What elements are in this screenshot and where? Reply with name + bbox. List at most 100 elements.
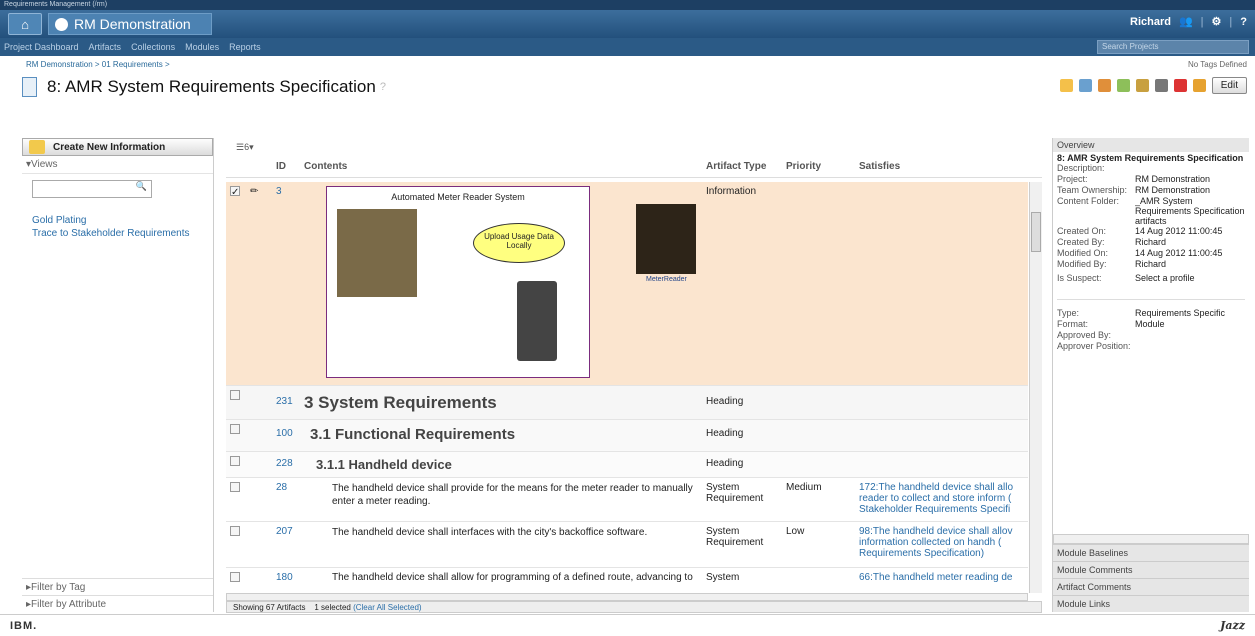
jazz-logo: Jazz [1220, 619, 1245, 632]
app-title-bar: Requirements Management (/rm) [0, 0, 1255, 10]
home-button[interactable]: ⌂ [8, 13, 42, 35]
section-module-comments[interactable]: Module Comments [1053, 561, 1249, 578]
prop-content-folder: Content Folder: _AMR System Requirements … [1057, 196, 1245, 226]
col-priority[interactable]: Priority [786, 161, 859, 172]
filter-icon[interactable] [1059, 79, 1073, 92]
row-satisfies[interactable]: 172:The handheld device shall allo reade… [859, 478, 1028, 521]
row-priority: Low [786, 526, 805, 537]
row-text: The handheld device shall provide for th… [332, 483, 693, 507]
clear-selected-link[interactable]: (Clear All Selected) [353, 603, 421, 612]
table-row[interactable]: 28 The handheld device shall provide for… [226, 478, 1028, 522]
actor-image [636, 204, 696, 274]
row-id[interactable]: 28 [276, 478, 304, 521]
row-id[interactable]: 100 [276, 420, 304, 451]
delete-icon[interactable] [1173, 79, 1187, 92]
prop-created-by: Created By: Richard [1057, 237, 1167, 247]
horizontal-scrollbar[interactable] [226, 593, 1028, 601]
row-text: The handheld device shall allow for prog… [332, 572, 693, 583]
row-checkbox[interactable] [230, 424, 240, 434]
section-module-links[interactable]: Module Links [1053, 595, 1249, 612]
share-icon[interactable] [1116, 79, 1130, 92]
table-row[interactable]: 231 3 System Requirements Heading [226, 386, 1028, 420]
overview-hscrollbar[interactable] [1053, 534, 1249, 544]
nav-dashboard[interactable]: Project Dashboard [4, 42, 79, 52]
user-menu[interactable]: Richard [1130, 16, 1171, 28]
col-satisfies[interactable]: Satisfies [859, 161, 1028, 172]
export-icon[interactable] [1135, 79, 1149, 92]
home-icon: ⌂ [21, 16, 29, 32]
project-title[interactable]: RM Demonstration [48, 13, 212, 35]
row-satisfies[interactable]: 98:The handheld device shall allov infor… [859, 522, 1028, 567]
table-row[interactable]: 207 The handheld device shall interfaces… [226, 522, 1028, 568]
breadcrumb-link[interactable]: RM Demonstration > 01 Requirements > [26, 60, 170, 69]
module-icon [22, 77, 37, 97]
edit-button[interactable]: Edit [1211, 77, 1247, 94]
create-new-button[interactable]: Create New Information [22, 138, 213, 156]
overview-title: 8: AMR System Requirements Specification [1057, 153, 1244, 163]
showing-count: Showing 67 Artifacts [233, 602, 306, 612]
row-checkbox[interactable] [230, 456, 240, 466]
search-input[interactable]: Search Projects [1097, 40, 1249, 54]
row-id[interactable]: 180 [276, 568, 304, 593]
gear-icon[interactable]: ⚙ [1212, 15, 1222, 28]
row-id[interactable]: 3 [276, 182, 304, 385]
row-checkbox[interactable] [230, 572, 240, 582]
col-type[interactable]: Artifact Type [706, 161, 786, 172]
row-id[interactable]: 228 [276, 452, 304, 477]
level-icon[interactable]: ☰ [236, 142, 244, 153]
view-trace-stakeholder[interactable]: Trace to Stakeholder Requirements [32, 227, 213, 240]
selected-count: 1 selected [314, 602, 351, 612]
scroll-thumb[interactable] [1031, 212, 1041, 252]
row-checkbox[interactable] [230, 390, 240, 400]
link-icon[interactable] [1192, 79, 1206, 92]
nav-modules[interactable]: Modules [185, 42, 219, 52]
row-heading: 3 System Requirements [304, 393, 497, 412]
table-row[interactable]: ✓ ✏ 3 Automated Meter Reader System Uplo… [226, 182, 1028, 386]
filter-by-attribute[interactable]: ▸ Filter by Attribute [22, 595, 213, 612]
row-id[interactable]: 231 [276, 386, 304, 419]
views-search-input[interactable]: 🔍 [32, 180, 152, 198]
table-row[interactable]: 228 3.1.1 Handheld device Heading [226, 452, 1028, 478]
prop-approved-by: Approved By: [1057, 330, 1112, 340]
col-id[interactable]: ID [276, 161, 304, 172]
app-title: Requirements Management (/rm) [4, 1, 108, 8]
row-text: The handheld device shall interfaces wit… [332, 527, 648, 538]
row-type: System Requirement [706, 526, 764, 548]
table-row[interactable]: 100 3.1 Functional Requirements Heading [226, 420, 1028, 452]
row-type: Heading [706, 458, 744, 469]
people-icon[interactable]: 👥 [1179, 15, 1193, 28]
settings-icon[interactable] [1097, 79, 1111, 92]
section-module-baselines[interactable]: Module Baselines [1053, 544, 1249, 561]
right-sidebar: Overview 8: AMR System Requirements Spec… [1052, 138, 1249, 612]
banner: ⌂ RM Demonstration Richard 👥 | ⚙ | ? [0, 10, 1255, 38]
row-checkbox[interactable] [230, 482, 240, 492]
table-row[interactable]: 180 The handheld device shall allow for … [226, 568, 1028, 593]
help-icon[interactable]: ? [1240, 16, 1247, 28]
vertical-scrollbar[interactable] [1029, 182, 1042, 593]
overview-header[interactable]: Overview [1053, 138, 1249, 152]
view-gold-plating[interactable]: Gold Plating [32, 214, 213, 227]
prop-description: Description: [1057, 163, 1105, 173]
views-header[interactable]: ▾ Views [22, 156, 213, 174]
nav-artifacts[interactable]: Artifacts [89, 42, 122, 52]
tags-text[interactable]: No Tags Defined [1188, 60, 1247, 69]
left-sidebar: Create New Information ▾ Views 🔍 Gold Pl… [22, 138, 214, 612]
suspect-profile-select[interactable]: Select a profile [1135, 273, 1245, 284]
section-artifact-comments[interactable]: Artifact Comments [1053, 578, 1249, 595]
table-header: ID Contents Artifact Type Priority Satis… [226, 156, 1042, 178]
nav-collections[interactable]: Collections [131, 42, 175, 52]
pencil-icon[interactable]: ✏ [250, 182, 276, 385]
layout-icon[interactable] [1078, 79, 1092, 92]
col-contents[interactable]: Contents [304, 161, 706, 172]
row-heading: 3.1 Functional Requirements [310, 426, 516, 443]
row-checkbox[interactable]: ✓ [230, 186, 240, 198]
print-icon[interactable] [1154, 79, 1168, 92]
nav-reports[interactable]: Reports [229, 42, 261, 52]
row-id[interactable]: 207 [276, 522, 304, 567]
row-satisfies[interactable]: 66:The handheld meter reading de [859, 568, 1028, 593]
filter-by-tag[interactable]: ▸ Filter by Tag [22, 578, 213, 595]
row-checkbox[interactable] [230, 526, 240, 536]
row-type: System [706, 572, 740, 583]
info-icon[interactable]: ? [380, 81, 386, 93]
row-heading: 3.1.1 Handheld device [316, 457, 452, 472]
